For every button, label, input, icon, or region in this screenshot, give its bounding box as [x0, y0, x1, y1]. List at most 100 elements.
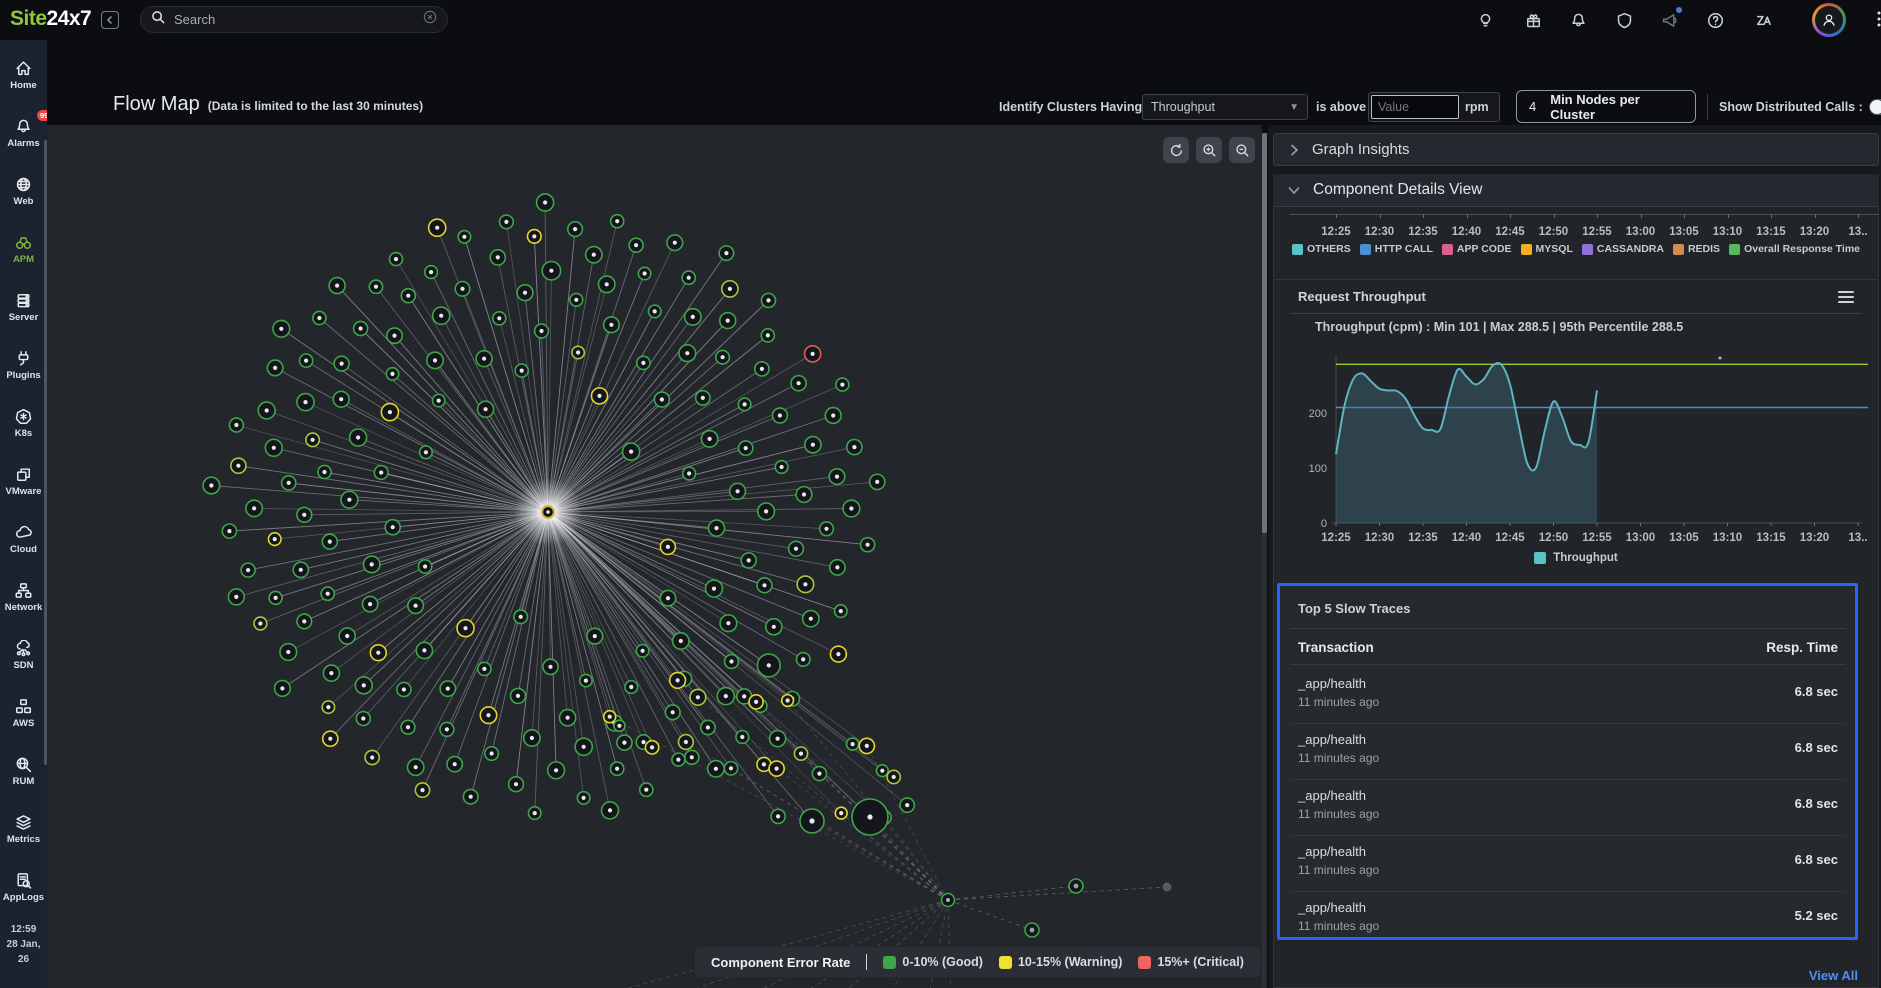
time-axis-label: 13..: [1833, 226, 1881, 238]
component-legend-item[interactable]: OTHERS: [1292, 243, 1351, 255]
search-input[interactable]: Search: [140, 6, 448, 33]
throughput-legend-swatch: [1534, 552, 1546, 564]
component-error-rate-legend: Component Error Rate 0-10% (Good)10-15% …: [695, 947, 1260, 977]
sidebar-item-web[interactable]: Web: [0, 174, 47, 226]
axis-tick: [1554, 214, 1555, 218]
sidebar-item-home[interactable]: Home: [0, 58, 47, 110]
more-menu-icon[interactable]: [1862, 3, 1881, 37]
zia-icon[interactable]: [1746, 3, 1780, 37]
sidebar-item-network[interactable]: Network: [0, 580, 47, 632]
sdn-icon: [15, 638, 32, 658]
legend-swatch: [1138, 956, 1151, 969]
component-type-legend: OTHERS HTTP CALL APP CODE MYSQL CASSANDRA RED…: [1273, 243, 1879, 255]
component-legend-item[interactable]: APP CODE: [1442, 243, 1512, 255]
time-axis-label: 13:05: [1659, 226, 1709, 238]
component-details-title: Component Details View: [1313, 181, 1482, 199]
trace-resp-time: 6.8 sec: [1795, 852, 1838, 867]
component-legend-item[interactable]: REDIS: [1673, 243, 1720, 255]
svg-text:13:05: 13:05: [1669, 532, 1699, 544]
trace-transaction[interactable]: _app/health: [1298, 676, 1366, 691]
trace-resp-time: 6.8 sec: [1795, 740, 1838, 755]
sidebar-item-sdn[interactable]: SDN: [0, 638, 47, 690]
svg-text:12:40: 12:40: [1452, 532, 1481, 544]
chart-menu-icon[interactable]: [1838, 291, 1854, 303]
trace-transaction[interactable]: _app/health: [1298, 788, 1366, 803]
metric-selected-value: Throughput: [1151, 100, 1215, 114]
trace-resp-time: 6.8 sec: [1795, 684, 1838, 699]
shield-icon[interactable]: [1607, 3, 1641, 37]
flow-map-canvas[interactable]: Component Error Rate 0-10% (Good)10-15% …: [47, 125, 1262, 988]
graph-insights-title: Graph Insights: [1312, 141, 1410, 158]
sidebar-item-apm[interactable]: APM: [0, 232, 47, 284]
map-scrollbar-thumb[interactable]: [1262, 133, 1267, 533]
component-legend-item[interactable]: CASSANDRA: [1582, 243, 1664, 255]
legend-swatch: [1360, 244, 1371, 255]
help-icon[interactable]: [1698, 3, 1732, 37]
component-legend-item[interactable]: HTTP CALL: [1360, 243, 1433, 255]
sidebar-item-cloud[interactable]: Cloud: [0, 522, 47, 574]
time-axis-label: 12:50: [1529, 226, 1579, 238]
sidebar-item-applogs[interactable]: AppLogs: [0, 870, 47, 922]
component-details-header[interactable]: Component Details View: [1273, 174, 1879, 207]
axis-tick: [1858, 214, 1859, 218]
sidebar-item-label: APM: [13, 254, 34, 265]
gift-icon[interactable]: [1516, 3, 1550, 37]
trace-transaction[interactable]: _app/health: [1298, 732, 1366, 747]
view-all-link[interactable]: View All: [1700, 968, 1858, 983]
trace-transaction[interactable]: _app/health: [1298, 844, 1366, 859]
trace-row[interactable]: _app/health 11 minutes ago 6.8 sec: [1298, 668, 1838, 724]
refresh-button[interactable]: [1163, 137, 1189, 163]
sidebar-item-label: Plugins: [6, 370, 40, 381]
trace-time-ago: 11 minutes ago: [1298, 863, 1379, 877]
metric-select[interactable]: Throughput ▼: [1142, 94, 1308, 120]
legend-swatch: [883, 956, 896, 969]
sidebar-item-rum[interactable]: RUM: [0, 754, 47, 806]
trace-row[interactable]: _app/health 11 minutes ago 5.2 sec: [1298, 892, 1838, 948]
sidebar-item-vmware[interactable]: VMware: [0, 464, 47, 516]
min-nodes-box[interactable]: 4 Min Nodes per Cluster: [1516, 90, 1696, 123]
sidebar-item-label: Alarms: [7, 138, 39, 149]
bell-icon[interactable]: [1561, 3, 1595, 37]
avatar[interactable]: [1812, 3, 1846, 37]
lightbulb-icon[interactable]: [1468, 3, 1502, 37]
trace-row[interactable]: _app/health 11 minutes ago 6.8 sec: [1298, 780, 1838, 836]
unit-label: rpm: [1465, 100, 1493, 114]
axis-tick: [1380, 214, 1381, 218]
sidebar-item-metrics[interactable]: Metrics: [0, 812, 47, 864]
trace-row[interactable]: _app/health 11 minutes ago 6.8 sec: [1298, 724, 1838, 780]
site24x7-logo[interactable]: Site24x7: [10, 7, 91, 31]
throughput-chart[interactable]: 12:2512:3012:3512:4012:4512:5012:5513:00…: [1290, 346, 1879, 550]
sidebar-item-k8s[interactable]: K8s: [0, 406, 47, 458]
zoom-out-button[interactable]: [1229, 137, 1255, 163]
trace-row[interactable]: _app/health 11 minutes ago 6.8 sec: [1298, 836, 1838, 892]
megaphone-icon[interactable]: [1652, 3, 1686, 37]
sidebar-item-label: AWS: [13, 718, 35, 729]
sidebar-item-server[interactable]: Server: [0, 290, 47, 342]
divider: [1290, 628, 1846, 629]
sidebar-item-label: Web: [14, 196, 34, 207]
collapse-panel-icon[interactable]: [101, 11, 119, 29]
header-band: Flow Map (Data is limited to the last 30…: [47, 40, 1881, 133]
sidebar-item-aws[interactable]: AWS: [0, 696, 47, 748]
svg-text:200: 200: [1309, 408, 1327, 420]
flow-map-graph: [47, 125, 1262, 988]
threshold-value-input[interactable]: [1371, 95, 1459, 119]
time-axis-label: 12:55: [1572, 226, 1622, 238]
clear-search-icon[interactable]: [423, 10, 437, 29]
show-distributed-calls-label: Show Distributed Calls :: [1719, 100, 1863, 114]
left-sidebar: Home 99+Alarms Web APM Server Plugins K8s VMwar…: [0, 40, 47, 988]
component-legend-item[interactable]: Overall Response Time: [1729, 243, 1860, 255]
trace-transaction[interactable]: _app/health: [1298, 900, 1366, 915]
legend-swatch: [999, 956, 1012, 969]
distributed-calls-toggle[interactable]: [1869, 99, 1881, 115]
trace-time-ago: 11 minutes ago: [1298, 919, 1379, 933]
min-nodes-value[interactable]: 4: [1529, 99, 1536, 114]
svg-text:0: 0: [1321, 518, 1327, 530]
sidebar-item-plugins[interactable]: Plugins: [0, 348, 47, 400]
axis-tick: [1815, 214, 1816, 218]
component-legend-item[interactable]: MYSQL: [1521, 243, 1573, 255]
zoom-in-button[interactable]: [1196, 137, 1222, 163]
graph-insights-header[interactable]: Graph Insights: [1273, 133, 1879, 166]
sidebar-item-alarms[interactable]: 99+Alarms: [0, 116, 47, 168]
svg-text:13:10: 13:10: [1713, 532, 1742, 544]
